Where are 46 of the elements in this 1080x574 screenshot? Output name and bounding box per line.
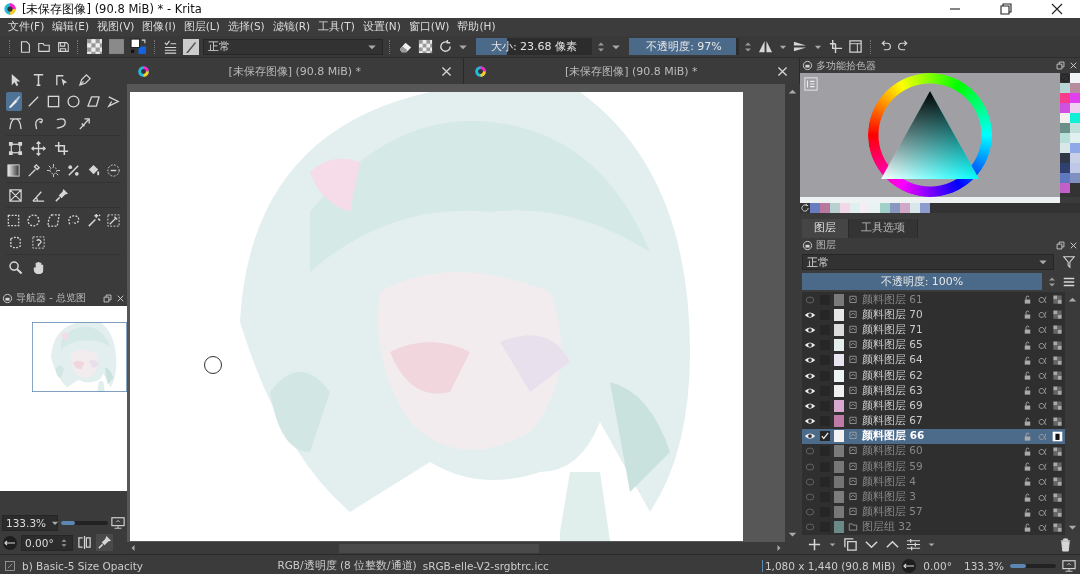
- color-profile-label: sRGB-elle-V2-srgbtrc.icc: [422, 559, 549, 572]
- menu-item[interactable]: 文件(F): [4, 20, 49, 34]
- rotation-label: 0.00°: [923, 559, 952, 572]
- layer-row[interactable]: 颜料图层 65: [802, 337, 1065, 353]
- layer-row[interactable]: 颜料图层 67: [802, 413, 1065, 429]
- menu-item[interactable]: 视图(V): [93, 20, 139, 34]
- layer-row[interactable]: 颜料图层 4: [802, 474, 1065, 490]
- layer-row[interactable]: 颜料图层 57: [802, 504, 1065, 520]
- layer-row[interactable]: 颜料图层 64: [802, 352, 1065, 368]
- layer-row[interactable]: 颜料图层 69: [802, 398, 1065, 414]
- zoom-label: 133.3%: [963, 559, 1004, 572]
- docker-tab[interactable]: 工具选项: [849, 218, 918, 238]
- layer-row[interactable]: 颜料图层 60: [802, 443, 1065, 460]
- window-title: [未保存图像] (90.8 MiB) * - Krita: [22, 1, 202, 17]
- menu-item[interactable]: 窗口(W): [404, 20, 454, 34]
- menu-item[interactable]: 编辑(E): [48, 20, 94, 34]
- blend-mode-dropdown[interactable]: 正常: [802, 254, 1054, 270]
- layer-row[interactable]: 颜料图层 59: [802, 459, 1065, 475]
- layer-row[interactable]: 颜料图层 71: [802, 322, 1065, 338]
- rotation-field[interactable]: 0.00°: [21, 534, 73, 551]
- layer-opacity-slider[interactable]: 不透明度: 100%: [802, 273, 1042, 290]
- docker-title: 多功能拾色器: [816, 58, 876, 73]
- docker-tab[interactable]: 图层: [802, 218, 849, 238]
- menu-item[interactable]: 设置(N): [358, 20, 405, 34]
- layer-row[interactable]: 图层组 32: [802, 519, 1065, 535]
- layer-row[interactable]: 颜料图层 63: [802, 383, 1065, 399]
- menu-item[interactable]: 选择(S): [223, 20, 269, 34]
- menu-item[interactable]: 图层(L): [179, 20, 224, 34]
- opacity-slider[interactable]: 不透明度: 97%: [629, 38, 739, 55]
- menu-item[interactable]: 图像(I): [138, 20, 180, 34]
- layer-row[interactable]: 颜料图层 62: [802, 367, 1065, 384]
- docker-title: 导航器 - 总览图: [16, 291, 86, 305]
- menu-item[interactable]: 滤镜(R): [268, 20, 315, 34]
- image-size-label: 1,080 x 1,440 (90.8 MiB): [761, 559, 896, 572]
- zoom-dropdown[interactable]: 133.3%: [2, 515, 58, 531]
- blend-mode-dropdown[interactable]: 正常: [203, 38, 383, 55]
- layer-row[interactable]: 颜料图层 3: [802, 489, 1065, 505]
- menu-item[interactable]: 工具(T): [314, 20, 359, 34]
- layer-row[interactable]: 颜料图层 61: [802, 292, 1065, 308]
- size-slider[interactable]: 大小: 23.68 像素: [476, 38, 592, 55]
- layer-row[interactable]: 颜料图层 66: [802, 428, 1065, 444]
- brush-preset-label: b) Basic-5 Size Opacity: [22, 559, 143, 572]
- docker-title: 图层: [816, 238, 836, 253]
- layer-row[interactable]: 颜料图层 70: [802, 307, 1065, 323]
- color-model-label: RGB/透明度 (8 位整数/通道): [277, 558, 417, 573]
- menu-item[interactable]: 帮助(H): [453, 20, 500, 34]
